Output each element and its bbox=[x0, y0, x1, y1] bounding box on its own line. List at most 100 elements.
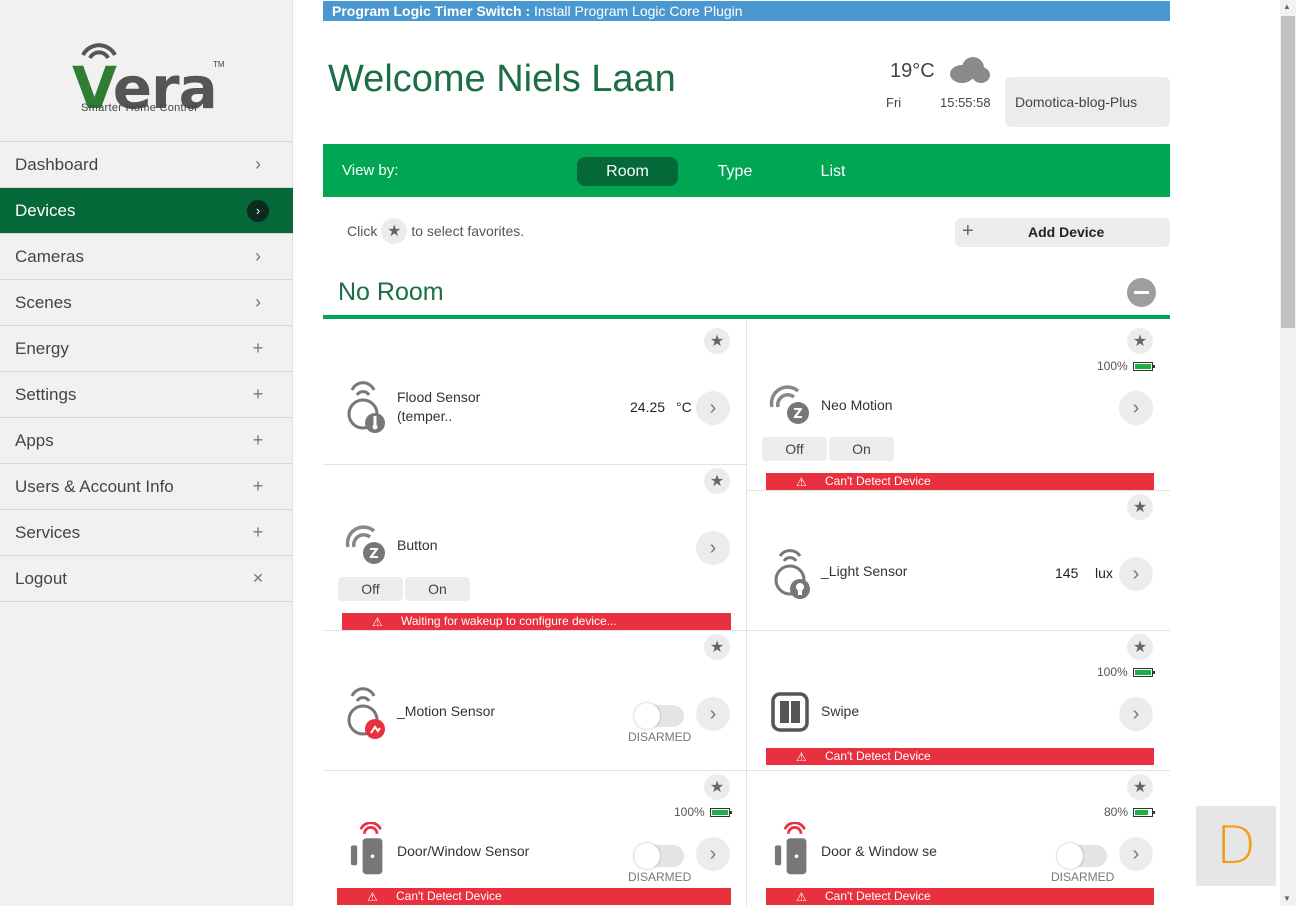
battery-icon bbox=[1132, 361, 1155, 371]
plus-icon: + bbox=[252, 522, 264, 542]
favorite-star-icon[interactable]: ★ bbox=[1127, 774, 1153, 800]
off-button[interactable]: Off bbox=[762, 437, 827, 461]
favorites-hint: Click ★ to select favorites. bbox=[347, 218, 524, 244]
temperature-sensor-icon bbox=[347, 381, 385, 433]
chevron-right-icon: › bbox=[247, 199, 269, 222]
sidebar-item-logout[interactable]: Logout ✕ bbox=[0, 556, 293, 602]
favorite-star-icon[interactable]: ★ bbox=[704, 468, 730, 494]
sidebar-item-settings[interactable]: Settings + bbox=[0, 372, 293, 418]
add-device-button[interactable]: + Add Device bbox=[955, 218, 1170, 247]
chevron-right-icon[interactable]: › bbox=[696, 391, 730, 425]
plus-icon: + bbox=[252, 476, 264, 496]
temperature-unit: °C bbox=[676, 399, 692, 415]
chevron-right-icon[interactable]: › bbox=[1119, 697, 1153, 731]
scroll-up-icon[interactable]: ▲ bbox=[1283, 2, 1291, 11]
favorite-star-icon[interactable]: ★ bbox=[1127, 634, 1153, 660]
chevron-right-icon[interactable]: › bbox=[1119, 837, 1153, 871]
clock: 15:55:58 bbox=[940, 95, 991, 110]
on-button[interactable]: On bbox=[829, 437, 894, 461]
device-name: _Light Sensor bbox=[821, 563, 908, 579]
light-value: 145 bbox=[1055, 565, 1079, 581]
chevron-right-icon[interactable]: › bbox=[1119, 391, 1153, 425]
collapse-room-button[interactable] bbox=[1127, 278, 1156, 307]
sidebar-item-scenes[interactable]: Scenes › bbox=[0, 280, 293, 326]
arm-toggle[interactable] bbox=[634, 843, 684, 869]
warning-icon: ⚠ bbox=[372, 615, 383, 629]
favorite-star-icon[interactable]: ★ bbox=[704, 328, 730, 354]
star-icon: ★ bbox=[381, 218, 408, 244]
arm-toggle[interactable] bbox=[1057, 843, 1107, 869]
arm-state: DISARMED bbox=[1051, 870, 1115, 884]
sidebar-item-devices[interactable]: Devices › bbox=[0, 188, 293, 234]
welcome-title: Welcome Niels Laan bbox=[328, 58, 676, 100]
alert-bar: ⚠ Can't Detect Device bbox=[766, 473, 1154, 490]
chevron-right-icon: › bbox=[255, 154, 261, 174]
logo-tagline: Smarter Home Control bbox=[81, 102, 198, 114]
favorite-star-icon[interactable]: ★ bbox=[704, 774, 730, 800]
vera-logo[interactable]: Vera TM Smarter Home Control bbox=[70, 40, 230, 122]
warning-icon: ⚠ bbox=[796, 750, 807, 764]
sidebar-item-services[interactable]: Services + bbox=[0, 510, 293, 556]
scroll-down-icon[interactable]: ▼ bbox=[1283, 894, 1291, 903]
favorite-star-icon[interactable]: ★ bbox=[1127, 328, 1153, 354]
tab-type[interactable]: Type bbox=[705, 157, 765, 186]
sidebar-item-apps[interactable]: Apps + bbox=[0, 418, 293, 464]
sidebar-item-cameras[interactable]: Cameras › bbox=[0, 234, 293, 280]
door-sensor-icon bbox=[350, 822, 383, 875]
sidebar-nav: Dashboard › Devices › Cameras › Scenes › Ene… bbox=[0, 141, 293, 602]
zwave-icon: Z bbox=[345, 525, 385, 564]
view-by-bar: View by: Room Type List bbox=[323, 144, 1170, 197]
battery-icon bbox=[1132, 667, 1155, 677]
battery-indicator: 100% bbox=[1097, 665, 1155, 679]
favorite-star-icon[interactable]: ★ bbox=[1127, 494, 1153, 520]
column-divider bbox=[746, 321, 747, 906]
device-name: Door & Window se bbox=[821, 843, 937, 859]
device-name: Swipe bbox=[821, 703, 860, 719]
weekday: Fri bbox=[886, 95, 902, 110]
light-unit: lux bbox=[1095, 565, 1113, 581]
alert-bar: ⚠ Can't Detect Device bbox=[766, 748, 1154, 765]
zwave-icon: Z bbox=[769, 385, 809, 424]
chevron-right-icon[interactable]: › bbox=[696, 837, 730, 871]
device-name: Button bbox=[397, 537, 438, 553]
plus-icon: + bbox=[252, 384, 264, 404]
cloud-icon bbox=[950, 57, 990, 83]
chevron-right-icon: › bbox=[255, 246, 261, 266]
view-by-label: View by: bbox=[342, 162, 399, 179]
scrollbar-thumb[interactable] bbox=[1281, 16, 1295, 328]
sidebar-item-dashboard[interactable]: Dashboard › bbox=[0, 142, 293, 188]
favorite-star-icon[interactable]: ★ bbox=[704, 634, 730, 660]
controller-name[interactable]: Domotica-blog-Plus bbox=[1005, 77, 1170, 127]
device-name: Neo Motion bbox=[821, 397, 893, 413]
off-button[interactable]: Off bbox=[338, 577, 403, 601]
arm-state: DISARMED bbox=[628, 870, 692, 884]
battery-indicator: 80% bbox=[1104, 805, 1156, 819]
plus-icon: + bbox=[962, 220, 974, 242]
chevron-right-icon[interactable]: › bbox=[696, 697, 730, 731]
tab-list[interactable]: List bbox=[805, 157, 861, 186]
motion-sensor-icon bbox=[347, 687, 385, 739]
alert-bar: ⚠ Can't Detect Device bbox=[337, 888, 731, 905]
tab-room[interactable]: Room bbox=[577, 157, 678, 186]
alert-bar: ⚠ Can't Detect Device bbox=[766, 888, 1154, 905]
device-name: _Motion Sensor bbox=[397, 703, 496, 719]
device-name: Door/Window Sensor bbox=[397, 843, 530, 859]
sidebar-item-users-account[interactable]: Users & Account Info + bbox=[0, 464, 293, 510]
plus-icon: + bbox=[252, 338, 264, 358]
light-sensor-icon bbox=[774, 549, 810, 599]
on-button[interactable]: On bbox=[405, 577, 470, 601]
chevron-right-icon: › bbox=[255, 292, 261, 312]
extension-badge[interactable]: D bbox=[1196, 806, 1276, 886]
svg-text:Z: Z bbox=[793, 407, 802, 422]
battery-icon bbox=[1133, 807, 1156, 817]
sidebar-item-energy[interactable]: Energy + bbox=[0, 326, 293, 372]
notification-banner[interactable]: Program Logic Timer Switch : Install Pro… bbox=[323, 1, 1170, 21]
swipe-icon bbox=[771, 692, 809, 732]
battery-indicator: 100% bbox=[674, 805, 732, 819]
temperature-value: 24.25 bbox=[630, 399, 666, 415]
arm-state: DISARMED bbox=[628, 730, 692, 744]
chevron-right-icon[interactable]: › bbox=[696, 531, 730, 565]
arm-toggle[interactable] bbox=[634, 703, 684, 729]
chevron-right-icon[interactable]: › bbox=[1119, 557, 1153, 591]
warning-icon: ⚠ bbox=[367, 890, 378, 904]
